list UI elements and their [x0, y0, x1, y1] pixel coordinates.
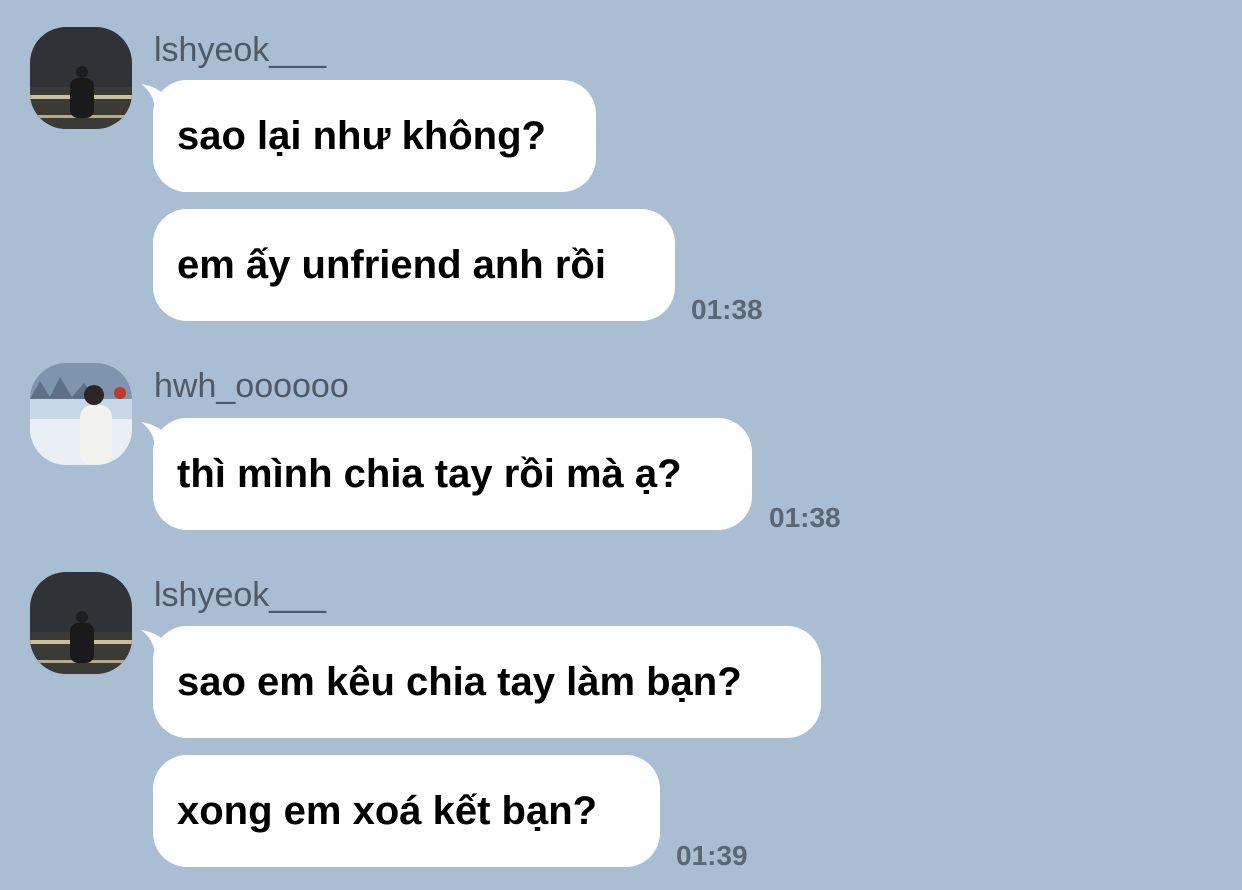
message-text: xong em xoá kết bạn? — [177, 788, 598, 833]
message-bubble[interactable]: sao lại như không? — [153, 80, 596, 192]
message-bubble[interactable]: sao em kêu chia tay làm bạn? — [153, 626, 821, 738]
avatar-photo-snow — [30, 363, 132, 465]
sender-name: lshyeok___ — [154, 31, 327, 69]
sender-name: lshyeok___ — [154, 576, 327, 614]
message-bubble[interactable]: thì mình chia tay rồi mà ạ? — [153, 418, 752, 530]
message-text: em ấy unfriend anh rồi — [177, 242, 606, 287]
message-bubble[interactable]: em ấy unfriend anh rồi — [153, 209, 675, 321]
avatar-photo-night — [30, 572, 132, 674]
message-text: thì mình chia tay rồi mà ạ? — [177, 451, 682, 496]
message-timestamp: 01:38 — [769, 502, 841, 533]
avatar-lshyeok[interactable] — [30, 27, 132, 129]
avatar-hwh[interactable] — [30, 363, 132, 465]
sender-name: hwh_oooooo — [154, 367, 349, 405]
message-text: sao em kêu chia tay làm bạn? — [177, 659, 742, 704]
message-timestamp: 01:39 — [676, 840, 748, 871]
message-text: sao lại như không? — [177, 113, 546, 158]
message-bubble[interactable]: xong em xoá kết bạn? — [153, 755, 660, 867]
message-timestamp: 01:38 — [691, 294, 763, 325]
avatar-lshyeok[interactable] — [30, 572, 132, 674]
avatar-photo-night — [30, 27, 132, 129]
